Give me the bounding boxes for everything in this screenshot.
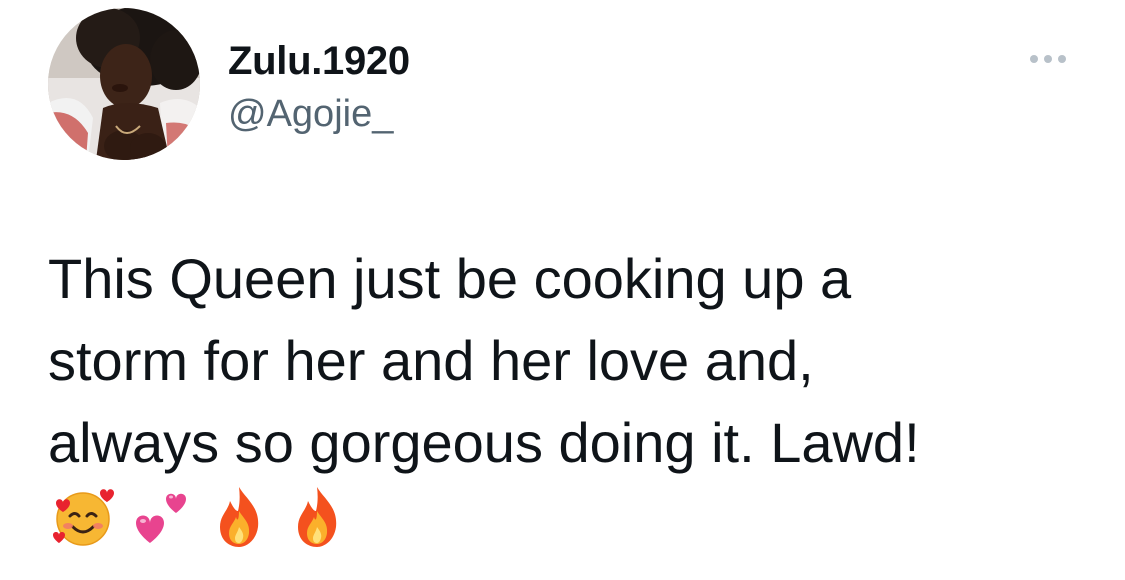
emoji-row: [48, 480, 360, 552]
tweet-text-line: always so gorgeous doing it. Lawd!: [48, 411, 920, 474]
fire-icon: [298, 487, 337, 547]
tweet-text-line: This Queen just be cooking up a: [48, 247, 852, 310]
author-display-name[interactable]: Zulu.1920: [228, 38, 410, 84]
more-horizontal-icon: [1044, 55, 1052, 63]
more-horizontal-icon: [1030, 55, 1038, 63]
tweet-text: This Queen just be cooking up a storm fo…: [48, 238, 1048, 484]
author-handle[interactable]: @Agojie_: [228, 92, 393, 136]
two-hearts-icon: [136, 493, 186, 543]
smiling-face-with-hearts-icon: [53, 489, 114, 546]
more-options-button[interactable]: [1022, 44, 1074, 74]
tweet-text-line: storm for her and her love and,: [48, 329, 814, 392]
fire-icon: [220, 487, 259, 547]
tweet-card[interactable]: Zulu.1920 @Agojie_ This Queen just be co…: [0, 0, 1125, 580]
avatar-photo: [48, 8, 200, 160]
avatar[interactable]: [48, 8, 200, 160]
more-horizontal-icon: [1058, 55, 1066, 63]
